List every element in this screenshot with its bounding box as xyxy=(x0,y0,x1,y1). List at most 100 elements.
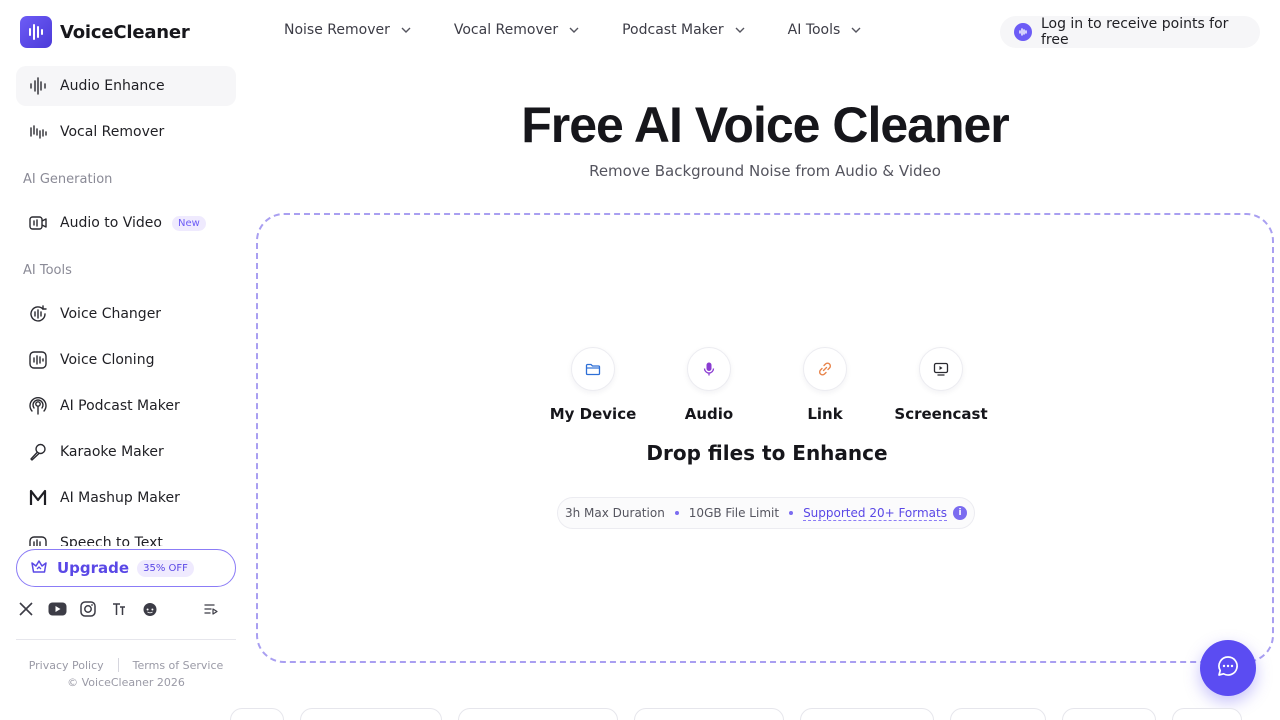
social-links xyxy=(16,598,236,620)
drop-title: Drop files to Enhance xyxy=(646,441,888,465)
sidebar-item-ai-podcast-maker[interactable]: AI Podcast Maker xyxy=(16,386,236,426)
sidebar-item-audio-enhance[interactable]: Audio Enhance xyxy=(16,66,236,106)
main-nav: Noise Remover Vocal Remover Podcast Make… xyxy=(284,22,862,38)
link-icon xyxy=(803,347,847,391)
chat-button[interactable] xyxy=(1200,640,1256,696)
max-duration: 3h Max Duration xyxy=(565,506,665,520)
login-label: Log in to receive points for free xyxy=(1040,16,1229,48)
sidebar-item-label: Karaoke Maker xyxy=(60,444,164,460)
sidebar-item-label: Speech to Text xyxy=(60,535,163,546)
feature-chip[interactable] xyxy=(950,708,1046,720)
sidebar-item-speech-to-text[interactable]: Speech to Text xyxy=(16,524,236,546)
chevron-down-icon xyxy=(735,27,745,33)
page-subtitle: Remove Background Noise from Audio & Vid… xyxy=(589,162,941,180)
nav-label: Noise Remover xyxy=(284,22,390,38)
speech-to-text-icon xyxy=(28,535,48,546)
upgrade-label: Upgrade xyxy=(57,559,130,577)
x-icon[interactable] xyxy=(16,599,36,619)
section-label-ai-generation: AI Generation xyxy=(23,172,113,187)
mashup-icon xyxy=(28,488,48,508)
info-icon[interactable]: i xyxy=(953,506,967,520)
bullet-separator xyxy=(674,511,679,515)
microphone-icon xyxy=(28,442,48,462)
feature-chips-strip xyxy=(230,708,1280,720)
upload-dropzone[interactable]: My Device Audio Link Screencast Drop fil… xyxy=(256,213,1274,663)
login-button[interactable]: Log in to receive points for free xyxy=(1000,16,1260,48)
sidebar-item-audio-to-video[interactable]: Audio to Video New xyxy=(16,203,236,243)
source-screencast[interactable]: Screencast xyxy=(894,347,988,423)
sidebar-item-vocal-remover[interactable]: Vocal Remover xyxy=(16,112,236,152)
audio-to-video-icon xyxy=(28,213,48,233)
feature-chip[interactable] xyxy=(634,708,784,720)
screencast-icon xyxy=(919,347,963,391)
source-link[interactable]: Link xyxy=(781,347,869,423)
microphone-icon xyxy=(687,347,731,391)
sidebar: Audio Enhance Vocal Remover AI Generatio… xyxy=(0,64,250,720)
top-bar: VoiceCleaner Noise Remover Vocal Remover… xyxy=(0,0,1280,64)
legal-separator xyxy=(117,658,119,672)
crown-icon xyxy=(29,556,49,580)
sidebar-item-label: AI Podcast Maker xyxy=(60,398,180,414)
sidebar-item-voice-cloning[interactable]: Voice Cloning xyxy=(16,340,236,380)
instagram-icon[interactable] xyxy=(78,599,98,619)
new-badge: New xyxy=(171,215,206,231)
upload-sources: My Device Audio Link Screencast xyxy=(258,347,1276,423)
sidebar-divider xyxy=(16,639,236,640)
voice-cloning-icon xyxy=(28,350,48,370)
podcast-icon xyxy=(28,396,48,416)
source-label: My Device xyxy=(549,405,637,423)
upgrade-button[interactable]: Upgrade 35% OFF xyxy=(16,549,236,587)
nav-vocal-remover[interactable]: Vocal Remover xyxy=(454,22,580,38)
threads-icon[interactable] xyxy=(109,599,129,619)
sidebar-item-karaoke-maker[interactable]: Karaoke Maker xyxy=(16,432,236,472)
feature-chip[interactable] xyxy=(800,708,934,720)
upload-limits: 3h Max Duration 10GB File Limit Supporte… xyxy=(557,497,975,529)
chat-bubble-icon xyxy=(1216,654,1240,682)
source-my-device[interactable]: My Device xyxy=(549,347,637,423)
audio-enhance-icon xyxy=(28,76,48,96)
voice-changer-icon xyxy=(28,304,48,324)
chevron-down-icon xyxy=(401,27,411,33)
privacy-policy-link[interactable]: Privacy Policy xyxy=(29,659,104,672)
sidebar-item-label: Vocal Remover xyxy=(60,124,165,140)
supported-formats-link[interactable]: Supported 20+ Formats xyxy=(803,506,947,521)
sidebar-item-voice-changer[interactable]: Voice Changer xyxy=(16,294,236,334)
legal-links: Privacy Policy Terms of Service xyxy=(16,658,236,672)
logo-waveform-icon xyxy=(20,16,52,48)
page-title: Free AI Voice Cleaner xyxy=(521,97,1010,153)
nav-label: Podcast Maker xyxy=(622,22,724,38)
source-audio[interactable]: Audio xyxy=(665,347,753,423)
playlist-icon[interactable] xyxy=(201,599,221,619)
folder-icon xyxy=(571,347,615,391)
feature-chip[interactable] xyxy=(1172,708,1242,720)
chevron-down-icon xyxy=(569,27,579,33)
sidebar-item-label: Audio Enhance xyxy=(60,78,165,94)
nav-noise-remover[interactable]: Noise Remover xyxy=(284,22,412,38)
bullet-separator xyxy=(789,511,794,515)
feature-chip[interactable] xyxy=(1062,708,1156,720)
terms-of-service-link[interactable]: Terms of Service xyxy=(133,659,224,672)
logo[interactable]: VoiceCleaner xyxy=(20,16,190,48)
sidebar-item-label: Voice Changer xyxy=(60,306,162,322)
nav-label: AI Tools xyxy=(787,22,841,38)
feature-chip[interactable] xyxy=(300,708,442,720)
section-label-ai-tools: AI Tools xyxy=(23,263,72,278)
copyright: © VoiceCleaner 2026 xyxy=(67,676,185,689)
brand-name: VoiceCleaner xyxy=(60,21,190,43)
nav-ai-tools[interactable]: AI Tools xyxy=(788,22,863,38)
youtube-icon[interactable] xyxy=(47,599,67,619)
source-label: Screencast xyxy=(894,405,988,423)
waveform-icon xyxy=(1014,23,1032,41)
feature-chip[interactable] xyxy=(230,708,284,720)
sidebar-item-label: AI Mashup Maker xyxy=(60,490,180,506)
sidebar-item-label: Audio to Video xyxy=(60,215,162,231)
chevron-down-icon xyxy=(851,27,861,33)
nav-podcast-maker[interactable]: Podcast Maker xyxy=(622,22,746,38)
feature-chip[interactable] xyxy=(458,708,618,720)
nav-label: Vocal Remover xyxy=(453,22,559,38)
discount-badge: 35% OFF xyxy=(137,559,194,577)
file-limit: 10GB File Limit xyxy=(688,506,780,520)
sidebar-item-ai-mashup-maker[interactable]: AI Mashup Maker xyxy=(16,478,236,518)
reddit-icon[interactable] xyxy=(140,599,160,619)
vocal-remover-icon xyxy=(28,122,48,142)
